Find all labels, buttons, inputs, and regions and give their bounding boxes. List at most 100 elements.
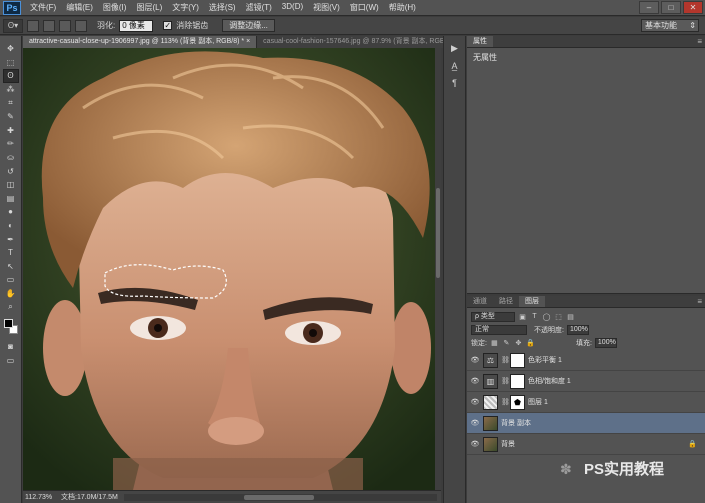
close-tab-icon[interactable]: × [246,38,250,45]
hand-icon[interactable]: ✋ [3,287,19,301]
screen-mode-icon[interactable]: ▭ [3,353,19,367]
history-brush-icon[interactable]: ↺ [3,164,19,178]
healing-icon[interactable]: ✚ [3,124,19,138]
brush-icon[interactable]: ✏ [3,137,19,151]
foreground-color[interactable] [3,318,13,328]
panel-menu-icon[interactable]: ≡ [697,297,702,306]
lock-position-icon[interactable]: ✥ [514,338,523,347]
gradient-icon[interactable]: ▤ [3,192,19,206]
document-canvas[interactable] [23,48,435,490]
color-swatches[interactable] [3,318,19,336]
intersect-selection-button[interactable] [75,19,87,32]
document-tab-2[interactable]: casual-cool-fashion-157646.jpg @ 87.9% (… [257,36,471,48]
tab-properties[interactable]: 属性 [467,36,493,47]
type-icon[interactable]: T [3,246,19,260]
vertical-scrollbar[interactable] [435,48,441,490]
layer-row[interactable]: 👁 ⚖ ⛓ 色彩平衡 1 [467,350,705,371]
move-icon[interactable]: ✥ [3,42,19,56]
menu-item[interactable]: 图层(L) [131,2,167,13]
stamp-icon[interactable]: ⛀ [3,151,19,165]
play-icon[interactable]: ▶ [448,42,462,55]
horizontal-scrollbar[interactable] [123,493,437,501]
visibility-eye-icon[interactable]: 👁 [470,355,480,365]
dodge-icon[interactable]: ◐ [3,219,19,233]
eyedropper-icon[interactable]: ✎ [3,110,19,124]
menu-item[interactable]: 窗口(W) [345,2,384,13]
zoom-level[interactable]: 112.73% [25,494,55,501]
eraser-icon[interactable]: ◫ [3,178,19,192]
menu-item[interactable]: 文字(Y) [167,2,204,13]
visibility-eye-icon[interactable]: 👁 [470,439,480,449]
layer-row[interactable]: 👁 ▥ ⛓ 色相/饱和度 1 [467,371,705,392]
character-icon[interactable]: A̲ [448,59,462,72]
workspace-select[interactable]: 基本功能 ⇕ [641,19,699,32]
document-tab-label: casual-cool-fashion-157646.jpg @ 87.9% (… [263,38,458,45]
shape-filter-icon[interactable]: ⬚ [554,312,563,321]
layer-row[interactable]: 👁 背景 🔒 [467,434,705,455]
mask-link-icon[interactable]: ⛓ [501,398,510,406]
mask-link-icon[interactable]: ⛓ [501,377,510,385]
menu-item[interactable]: 图像(I) [98,2,132,13]
visibility-eye-icon[interactable]: 👁 [470,376,480,386]
menu-item[interactable]: 3D(D) [277,2,308,13]
tab-channels[interactable]: 通道 [467,296,493,307]
mask-link-icon[interactable]: ⛓ [501,356,510,364]
new-selection-button[interactable] [27,19,39,32]
feather-label: 羽化: [97,21,116,30]
layer-mask-thumbnail[interactable]: ⬟ [510,394,525,410]
quick-mask-icon[interactable]: ◙ [3,340,19,354]
lock-all-icon[interactable]: 🔒 [526,338,535,347]
layers-tabbar: 通道 路径 图层 ≡ [467,296,705,308]
panel-menu-icon[interactable]: ≡ [697,37,702,46]
tab-paths[interactable]: 路径 [493,296,519,307]
lock-paint-icon[interactable]: ✎ [502,338,511,347]
opacity-input[interactable]: 100% [566,324,589,335]
close-button[interactable]: ✕ [683,1,703,14]
menu-item[interactable]: 编辑(E) [61,2,98,13]
visibility-eye-icon[interactable]: 👁 [470,397,480,407]
path-select-icon[interactable]: ↖ [3,260,19,274]
antialias-checkbox[interactable]: ✓ [163,21,173,30]
menu-item[interactable]: 文件(F) [25,2,61,13]
smart-object-filter-icon[interactable]: ▤ [566,312,575,321]
feather-input[interactable]: 0 像素 [119,19,154,32]
subtract-selection-button[interactable] [59,19,71,32]
lasso-icon[interactable]: ʘ [2,69,19,83]
layer-row[interactable]: 👁 背景 副本 [467,413,705,434]
layer-row[interactable]: 👁 ⛓ ⬟ 图层 1 [467,392,705,413]
layer-mask-thumbnail[interactable] [510,352,525,368]
pen-icon[interactable]: ✒ [3,232,19,246]
scroll-thumb[interactable] [243,494,314,500]
paragraph-icon[interactable]: ¶ [448,76,462,89]
crop-icon[interactable]: ⌗ [3,96,19,110]
wechat-icon: ✽ [560,460,572,477]
layer-filter-select[interactable]: ρ 类型 [471,311,515,322]
document-tab-1[interactable]: attractive-casual-close-up-1906997.jpg @… [23,36,258,48]
menu-item[interactable]: 滤镜(T) [241,2,277,13]
maximize-button[interactable]: □ [661,1,681,14]
blend-mode-select[interactable]: 正常 [471,324,527,335]
lock-pixels-icon[interactable]: ▦ [490,338,499,347]
scroll-thumb[interactable] [436,188,440,278]
adjustment-filter-icon[interactable]: ◯ [542,312,551,321]
menu-item[interactable]: 帮助(H) [384,2,421,13]
fill-input[interactable]: 100% [594,337,617,348]
marquee-icon[interactable]: ⬚ [3,56,19,70]
menu-item[interactable]: 视图(V) [308,2,345,13]
visibility-eye-icon[interactable]: 👁 [470,418,480,428]
add-selection-button[interactable] [43,19,55,32]
layer-mask-thumbnail[interactable] [510,373,525,389]
refine-edge-button[interactable]: 调整边缘... [222,19,275,32]
menu-item[interactable]: 选择(S) [204,2,241,13]
type-filter-icon[interactable]: T [530,312,539,321]
blur-icon[interactable]: ● [3,205,19,219]
quick-select-icon[interactable]: ⁂ [3,83,19,97]
tab-layers[interactable]: 图层 [519,296,545,307]
menu-items: 文件(F) 编辑(E) 图像(I) 图层(L) 文字(Y) 选择(S) 滤镜(T) 3D(D)… [25,2,421,13]
pixel-filter-icon[interactable]: ▣ [518,312,527,321]
tool-preset-lasso-icon[interactable]: ʘ▾ [3,18,23,33]
opacity-label: 不透明度: [534,326,564,334]
zoom-icon[interactable]: ⌕ [3,300,19,314]
shape-icon[interactable]: ▭ [3,273,19,287]
minimize-button[interactable]: – [639,1,659,14]
